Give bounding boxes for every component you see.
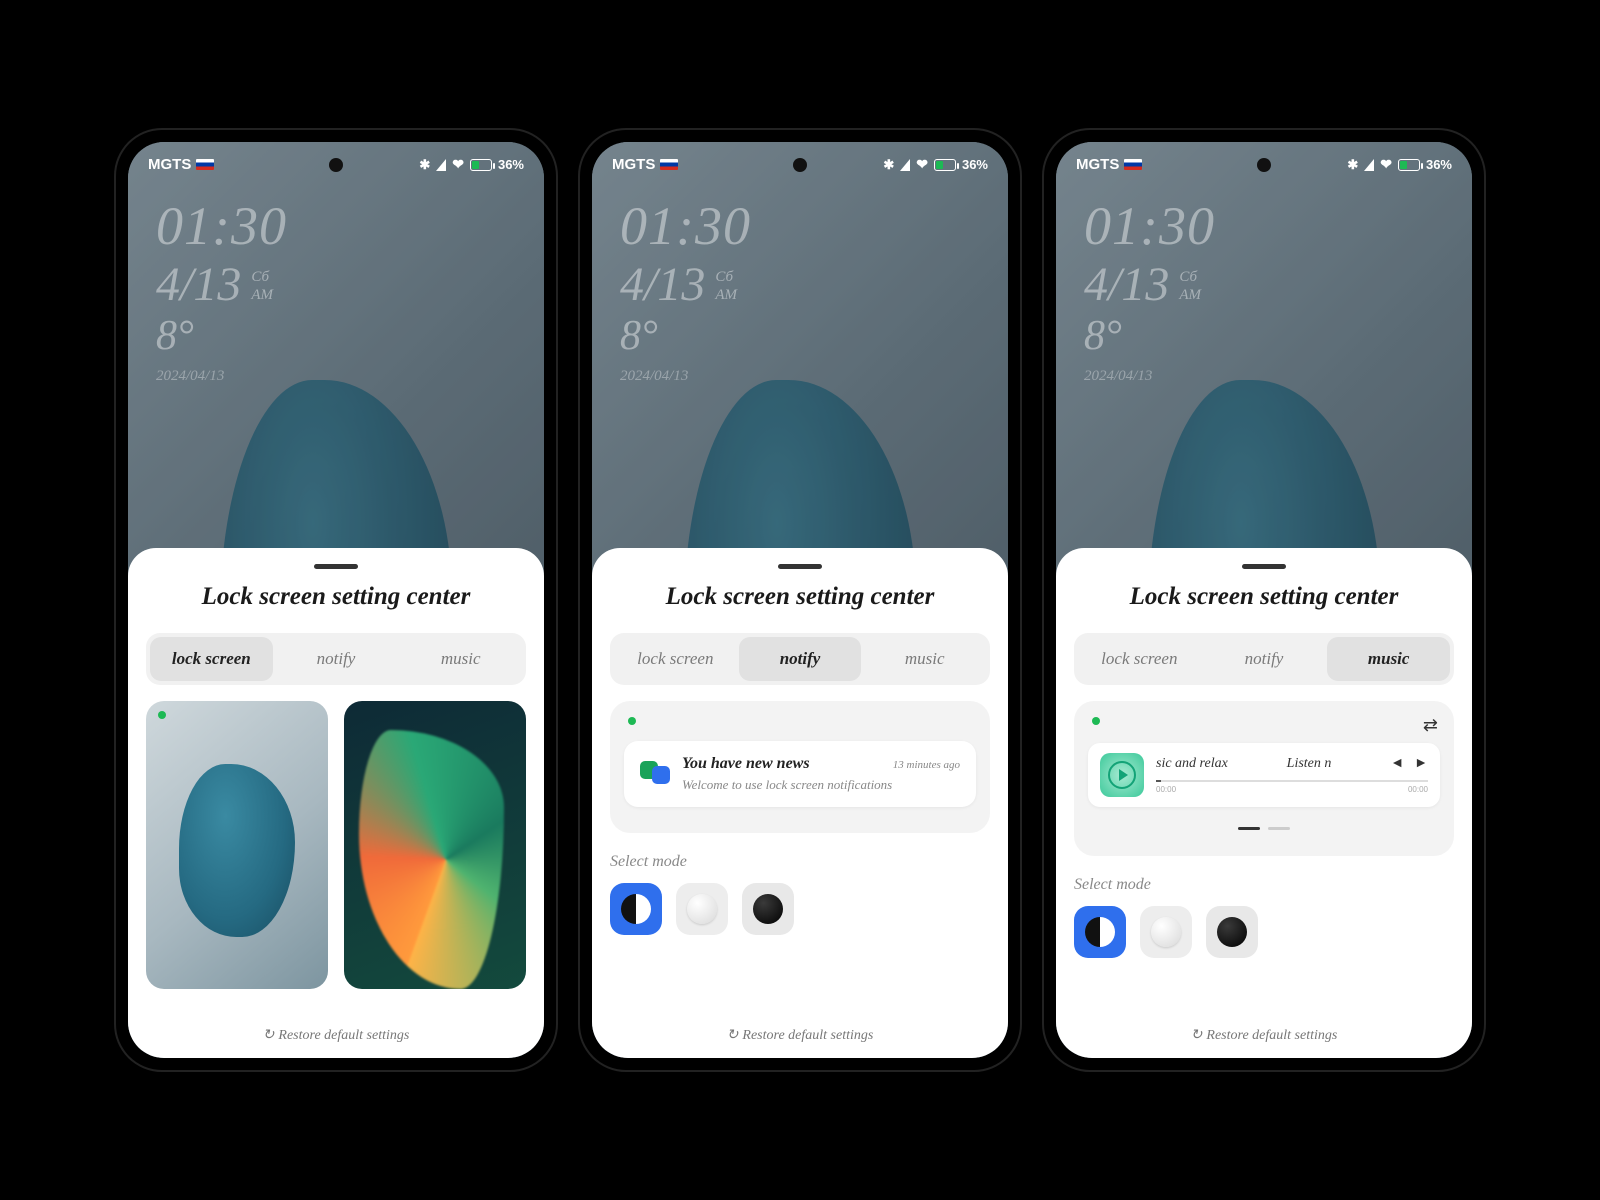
status-bar: MGTS ✱ ❤ 36%	[592, 142, 1008, 177]
signal-icon	[436, 159, 446, 171]
clock-day: Сб	[251, 268, 273, 286]
carrier-label: MGTS	[612, 156, 655, 173]
restore-defaults-button[interactable]: ↻Restore default settings	[1074, 1019, 1454, 1046]
heart-icon: ❤	[452, 156, 464, 173]
tab-lockscreen[interactable]: lock screen	[150, 637, 273, 681]
album-art	[1100, 753, 1144, 797]
clock-widget: 01:30 4/13 Сб AM 8° 2024/04/13	[128, 177, 544, 385]
settings-panel: Lock screen setting center lock screen n…	[128, 548, 544, 1058]
wallpaper-option-1[interactable]	[146, 701, 328, 989]
tab-bar: lock screen notify music	[146, 633, 526, 685]
battery-pct: 36%	[498, 157, 524, 172]
phone-mock-3: MGTS ✱ ❤ 36% 01:30 4/13 СбAM 8° 2024/04/…	[1044, 130, 1484, 1070]
play-icon[interactable]	[1108, 761, 1136, 789]
mode-selector	[1074, 906, 1454, 958]
mode-light[interactable]	[1140, 906, 1192, 958]
mode-light[interactable]	[676, 883, 728, 935]
clock-fulldate: 2024/04/13	[156, 368, 516, 385]
carrier-label: MGTS	[148, 156, 191, 173]
flag-icon	[660, 159, 678, 170]
heart-icon: ❤	[1380, 156, 1392, 173]
active-dot-icon	[158, 711, 166, 719]
wallpaper-option-2[interactable]	[344, 701, 526, 989]
refresh-icon: ↻	[727, 1027, 739, 1044]
heart-icon: ❤	[916, 156, 928, 173]
panel-title: Lock screen setting center	[1074, 583, 1454, 611]
signal-icon	[1364, 159, 1374, 171]
track-title: sic and relax	[1156, 756, 1228, 772]
mode-auto[interactable]	[1074, 906, 1126, 958]
clock-time: 01:30	[156, 195, 516, 257]
time-total: 00:00	[1408, 785, 1428, 794]
notif-time: 13 minutes ago	[893, 759, 960, 771]
signal-icon	[900, 159, 910, 171]
refresh-icon: ↻	[1191, 1027, 1203, 1044]
notif-title: You have new news	[682, 755, 810, 773]
status-bar: MGTS ✱ ❤ 36%	[1056, 142, 1472, 177]
status-bar: MGTS ✱ ❤ 36%	[128, 142, 544, 177]
tab-music[interactable]: music	[1327, 637, 1450, 681]
mode-selector	[610, 883, 990, 935]
notification-item[interactable]: You have new news 13 minutes ago Welcome…	[624, 741, 976, 807]
clock-ampm: AM	[251, 286, 273, 304]
refresh-icon: ↻	[263, 1027, 275, 1044]
chat-icon	[640, 758, 670, 784]
time-elapsed: 00:00	[1156, 785, 1176, 794]
notif-subtitle: Welcome to use lock screen notifications	[682, 777, 960, 793]
clock-widget: 01:30 4/13 СбAM 8° 2024/04/13	[592, 177, 1008, 385]
drag-handle[interactable]	[1242, 564, 1286, 569]
clock-temp: 8°	[156, 312, 516, 360]
battery-icon	[470, 159, 492, 171]
select-mode-label: Select mode	[610, 853, 990, 871]
settings-panel: Lock screen setting center lock screen n…	[592, 548, 1008, 1058]
active-dot-icon	[628, 717, 636, 725]
tab-lockscreen[interactable]: lock screen	[1078, 637, 1201, 681]
prev-icon[interactable]: ◄	[1390, 756, 1404, 772]
phone-mock-1: MGTS ✱ ❤ 36% 01:30 4/13 Сб AM 8° 2024/04	[116, 130, 556, 1070]
carrier-label: MGTS	[1076, 156, 1119, 173]
page-indicator	[1088, 827, 1440, 830]
tab-notify[interactable]: notify	[739, 637, 862, 681]
notify-preview-card: You have new news 13 minutes ago Welcome…	[610, 701, 990, 833]
tab-music[interactable]: music	[863, 637, 986, 681]
restore-defaults-button[interactable]: ↻Restore default settings	[146, 1019, 526, 1046]
clock-widget: 01:30 4/13 СбAM 8° 2024/04/13	[1056, 177, 1472, 385]
mode-dark[interactable]	[1206, 906, 1258, 958]
bluetooth-icon: ✱	[419, 157, 430, 173]
battery-icon	[1398, 159, 1420, 171]
music-preview-card: ⇄ sic and relax Listen n ◄ ►	[1074, 701, 1454, 856]
mode-auto[interactable]	[610, 883, 662, 935]
flag-icon	[1124, 159, 1142, 170]
flag-icon	[196, 159, 214, 170]
battery-pct: 36%	[1426, 157, 1452, 172]
track-action: Listen n	[1287, 756, 1332, 772]
bluetooth-icon: ✱	[1347, 157, 1358, 173]
next-icon[interactable]: ►	[1414, 756, 1428, 772]
tab-bar: lock screen notify music	[1074, 633, 1454, 685]
music-player[interactable]: sic and relax Listen n ◄ ► 00:00 00:0	[1088, 743, 1440, 807]
clock-date: 4/13	[156, 257, 241, 312]
panel-title: Lock screen setting center	[610, 583, 990, 611]
progress-bar[interactable]	[1156, 780, 1428, 782]
tab-notify[interactable]: notify	[1203, 637, 1326, 681]
drag-handle[interactable]	[778, 564, 822, 569]
tab-bar: lock screen notify music	[610, 633, 990, 685]
phone-mock-2: MGTS ✱ ❤ 36% 01:30 4/13 СбAM 8° 2024/04/…	[580, 130, 1020, 1070]
mode-dark[interactable]	[742, 883, 794, 935]
tab-music[interactable]: music	[399, 637, 522, 681]
settings-panel: Lock screen setting center lock screen n…	[1056, 548, 1472, 1058]
restore-defaults-button[interactable]: ↻Restore default settings	[610, 1019, 990, 1046]
battery-icon	[934, 159, 956, 171]
drag-handle[interactable]	[314, 564, 358, 569]
panel-title: Lock screen setting center	[146, 583, 526, 611]
tab-lockscreen[interactable]: lock screen	[614, 637, 737, 681]
battery-pct: 36%	[962, 157, 988, 172]
bluetooth-icon: ✱	[883, 157, 894, 173]
active-dot-icon	[1092, 717, 1100, 725]
swap-icon[interactable]: ⇄	[1423, 715, 1438, 736]
tab-notify[interactable]: notify	[275, 637, 398, 681]
select-mode-label: Select mode	[1074, 876, 1454, 894]
